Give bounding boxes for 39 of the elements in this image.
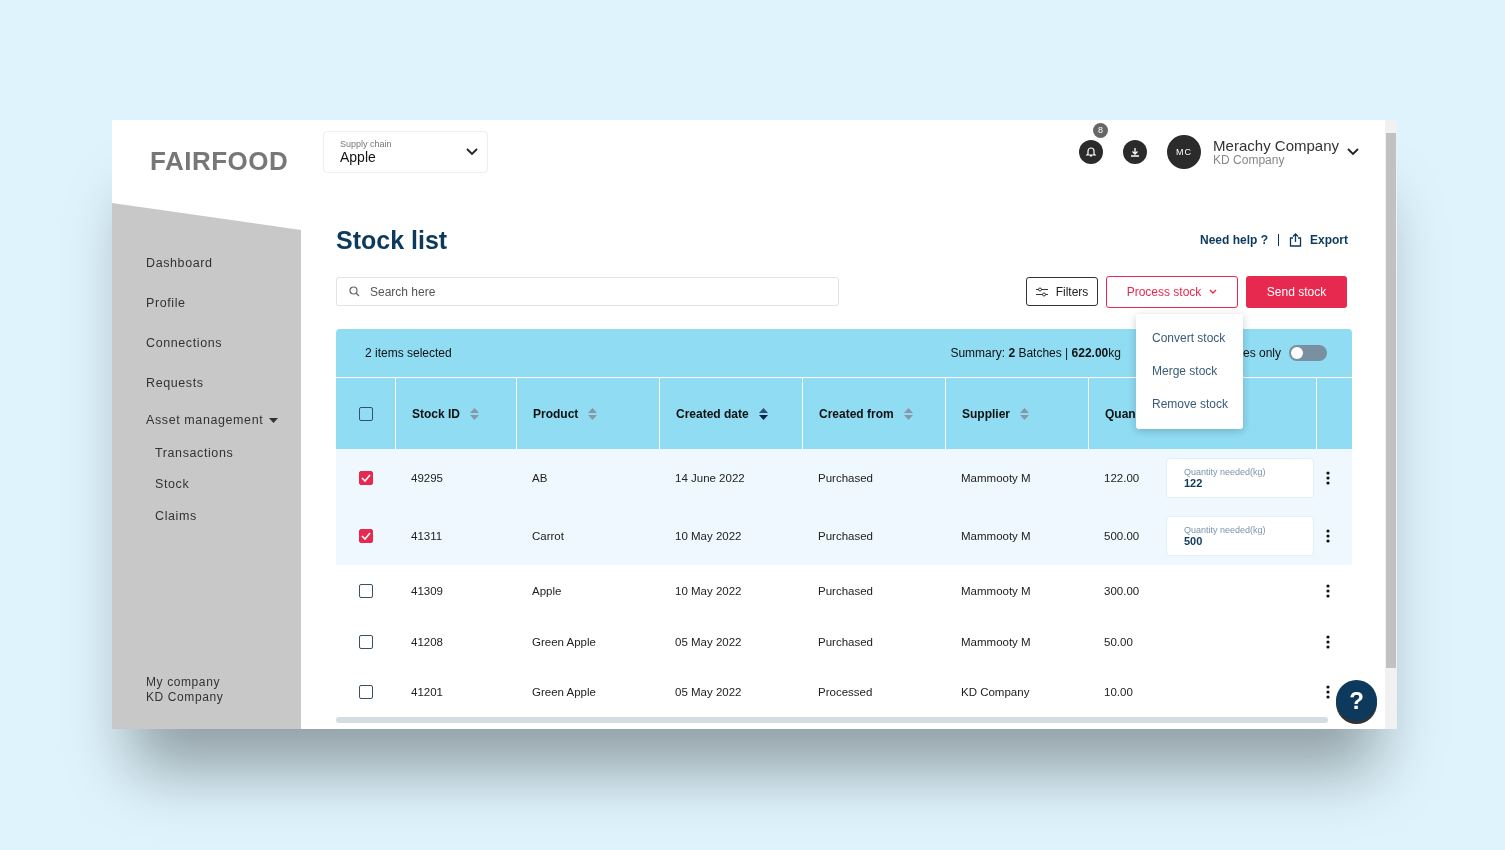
user-company: KD Company	[1213, 153, 1285, 167]
table-cell: Mammooty M	[961, 585, 1031, 597]
table-cell: 05 May 2022	[675, 636, 742, 648]
summary-text: Summary: 2 Batches | 622.00kg	[950, 346, 1121, 360]
table-cell: Purchased	[818, 585, 873, 597]
table-cell: 41309	[411, 585, 443, 597]
table-cell: AB	[532, 472, 548, 484]
table-cell: Carrot	[532, 530, 564, 542]
page-title: Stock list	[336, 225, 448, 255]
table-cell: Mammooty M	[961, 472, 1031, 484]
table-cell: Mammooty M	[961, 530, 1031, 542]
table-cell: 10.00	[1104, 686, 1133, 698]
table-cell: 49295	[411, 472, 443, 484]
table-cell: 41311	[411, 530, 443, 542]
table-cell: 10 May 2022	[675, 530, 742, 542]
table-cell: 14 June 2022	[675, 472, 745, 484]
table-cell: Processed	[818, 686, 873, 698]
toggle-label: es only	[1242, 346, 1281, 360]
table-cell: 122.00	[1104, 472, 1140, 484]
table-cell: Apple	[532, 585, 562, 597]
logo: FAIRFOOD	[150, 146, 290, 177]
selected-count: 2 items selected	[365, 346, 452, 360]
notification-count: 8	[1093, 122, 1109, 138]
table-cell: Green Apple	[532, 636, 596, 648]
table-cell: 41208	[411, 636, 443, 648]
table-cell: 50.00	[1104, 636, 1133, 648]
table-cell: Purchased	[818, 636, 873, 648]
table-cell: Mammooty M	[961, 636, 1031, 648]
table-cell: 10 May 2022	[675, 585, 742, 597]
table-cell: Purchased	[818, 472, 873, 484]
table-cell: 500.00	[1104, 530, 1140, 542]
table-cell: Green Apple	[532, 686, 596, 698]
company-label: My company	[146, 675, 222, 690]
table-cell: 05 May 2022	[675, 686, 742, 698]
table-cell: Purchased	[818, 530, 873, 542]
table-cell: 300.00	[1104, 585, 1140, 597]
table-cell: KD Company	[961, 686, 1030, 698]
table-cell: 41201	[411, 686, 443, 698]
company-name: KD Company	[146, 690, 225, 705]
